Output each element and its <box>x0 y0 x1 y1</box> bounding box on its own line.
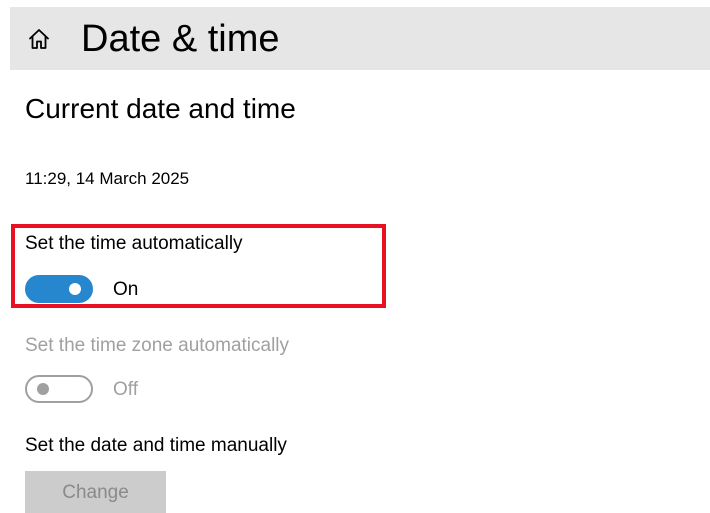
page-title: Date & time <box>81 18 280 60</box>
date-time-settings-page: Date & time Current date and time 11:29,… <box>0 0 710 513</box>
auto-timezone-state: Off <box>113 379 138 400</box>
auto-timezone-toggle[interactable] <box>25 375 93 403</box>
section-title: Current date and time <box>25 93 296 124</box>
manual-datetime-label: Set the date and time manually <box>25 435 287 456</box>
auto-time-label: Set the time automatically <box>25 233 243 254</box>
auto-time-toggle[interactable] <box>25 275 93 303</box>
auto-time-state: On <box>113 279 139 300</box>
change-button[interactable]: Change <box>25 471 166 513</box>
auto-timezone-label: Set the time zone automatically <box>25 335 290 356</box>
page-header: Date & time <box>10 7 710 70</box>
current-datetime-value: 11:29, 14 March 2025 <box>25 169 190 188</box>
toggle-knob <box>69 283 81 295</box>
toggle-knob <box>37 383 49 395</box>
home-icon[interactable] <box>27 27 51 51</box>
